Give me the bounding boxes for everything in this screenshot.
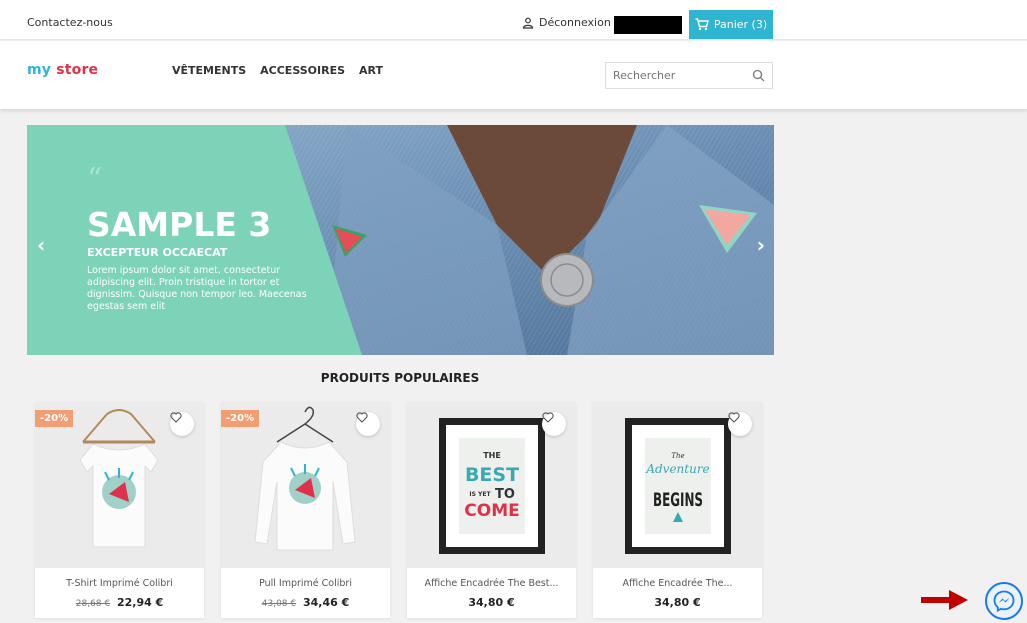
carousel-prev-icon[interactable]: ‹ <box>37 233 45 257</box>
heart-icon <box>728 412 740 423</box>
poster-text-the: The <box>671 452 684 460</box>
wishlist-button[interactable] <box>542 412 566 436</box>
product-card[interactable]: -20% T-Shirt Imprimé Colibri 28,68 € 22,… <box>35 402 204 618</box>
poster-text-the: THE <box>483 451 501 460</box>
product-price: 22,94 € <box>116 596 164 609</box>
regular-price: 43,08 € <box>261 599 297 609</box>
cart-button[interactable]: Panier (3) <box>689 10 773 39</box>
poster-text-begins: BEGINS <box>653 489 703 511</box>
cart-label: Panier (3) <box>713 18 768 31</box>
product-price: 34,46 € <box>302 596 350 609</box>
logo-my: my <box>27 62 52 78</box>
contact-link[interactable]: Contactez-nous <box>27 16 113 29</box>
search-input[interactable] <box>613 63 743 88</box>
regular-price: 28,68 € <box>75 599 111 609</box>
red-arrow-icon <box>921 590 968 610</box>
product-price-row: 34,80 € <box>593 596 762 609</box>
poster-text-adventure: Adventure <box>645 462 709 476</box>
product-name[interactable]: Affiche Encadrée The Best... <box>407 578 576 589</box>
product-thumbnail[interactable]: -20% <box>221 402 390 568</box>
discount-badge: -20% <box>221 410 260 427</box>
wishlist-button[interactable] <box>356 412 380 436</box>
wishlist-button[interactable] <box>728 412 752 436</box>
logo-store: store <box>56 62 99 78</box>
poster-text-come: COME <box>464 501 519 521</box>
poster-text-best: BEST <box>465 464 519 486</box>
heart-icon <box>356 412 368 423</box>
hero-carousel[interactable]: “ SAMPLE 3 EXCEPTEUR OCCAECAT Lorem ipsu… <box>27 125 774 355</box>
section-title: PRODUITS POPULAIRES <box>320 371 480 385</box>
redacted-username <box>614 16 682 34</box>
product-price-row: 34,80 € <box>407 596 576 609</box>
product-price: 34,80 € <box>654 596 701 609</box>
poster-text-to: TO <box>495 487 515 502</box>
store-logo[interactable]: my store <box>27 62 98 78</box>
product-name[interactable]: Affiche Encadrée The... <box>593 578 762 589</box>
search-box <box>605 62 773 89</box>
logout-link[interactable]: Déconnexion <box>522 16 611 29</box>
nav-item-art[interactable]: ART <box>359 64 383 77</box>
carousel-next-icon[interactable]: › <box>757 233 765 257</box>
product-card[interactable]: -20% Pull Imprimé Colibri 43,08 € 34,46 … <box>221 402 390 618</box>
slide-description: Lorem ipsum dolor sit amet, consectetur … <box>87 265 307 312</box>
poster-text-is-yet: IS YET <box>469 491 491 498</box>
messenger-icon <box>993 590 1015 612</box>
product-name[interactable]: T-Shirt Imprimé Colibri <box>35 578 204 589</box>
cart-icon <box>695 18 709 31</box>
nav-item-accessories[interactable]: ACCESSOIRES <box>260 64 345 77</box>
page: Contactez-nous Déconnexion Panier (3) my… <box>0 0 1027 623</box>
nav-item-clothes[interactable]: VÊTEMENTS <box>172 64 246 77</box>
slide-title: SAMPLE 3 <box>87 205 272 244</box>
product-thumbnail[interactable]: THE BEST IS YET TO COME <box>407 402 576 568</box>
product-thumbnail[interactable]: The Adventure BEGINS <box>593 402 762 568</box>
logout-label: Déconnexion <box>539 16 611 29</box>
heart-icon <box>170 412 182 423</box>
search-icon[interactable] <box>752 69 765 82</box>
slide-caption: “ SAMPLE 3 EXCEPTEUR OCCAECAT Lorem ipsu… <box>87 162 317 313</box>
product-card[interactable]: The Adventure BEGINS Affiche Encadrée Th… <box>593 402 762 618</box>
messenger-chat-button[interactable] <box>985 582 1023 620</box>
top-bar: Contactez-nous Déconnexion Panier (3) <box>0 0 1027 40</box>
wishlist-button[interactable] <box>170 412 194 436</box>
product-price-row: 43,08 € 34,46 € <box>221 596 390 609</box>
product-price: 34,80 € <box>468 596 515 609</box>
main-nav: VÊTEMENTS ACCESSOIRES ART <box>172 64 383 77</box>
discount-badge: -20% <box>35 410 74 427</box>
product-price-row: 28,68 € 22,94 € <box>35 596 204 609</box>
product-name[interactable]: Pull Imprimé Colibri <box>221 578 390 589</box>
slide-subtitle: EXCEPTEUR OCCAECAT <box>87 246 228 259</box>
main-header: my store VÊTEMENTS ACCESSOIRES ART <box>0 41 1027 109</box>
quote-mark: “ <box>87 162 103 197</box>
product-thumbnail[interactable]: -20% <box>35 402 204 568</box>
heart-icon <box>542 412 554 423</box>
product-card[interactable]: THE BEST IS YET TO COME Affiche Encadrée… <box>407 402 576 618</box>
user-icon <box>522 17 534 29</box>
